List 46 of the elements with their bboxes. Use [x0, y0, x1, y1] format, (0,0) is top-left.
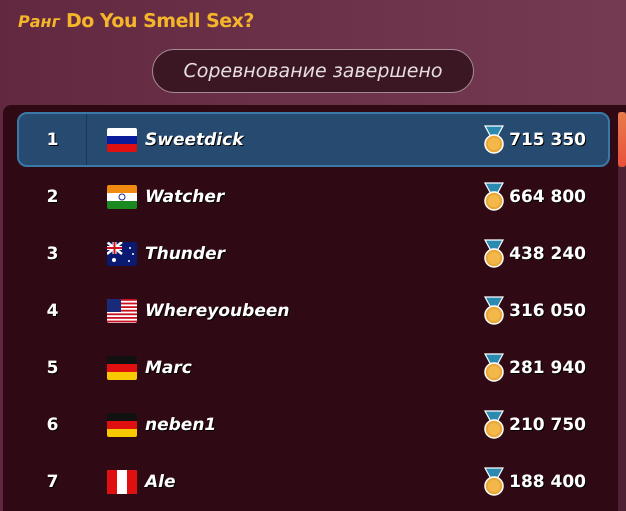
rank-number: 4	[46, 300, 58, 320]
leaderboard-row[interactable]: 7 Ale 188 400	[17, 454, 610, 509]
medal-icon	[483, 466, 506, 496]
player-name: Thunder	[145, 244, 227, 264]
leaderboard-row[interactable]: 3 Thunder 438 240	[17, 226, 610, 281]
player-score: 438 240	[509, 244, 586, 264]
leaderboard-row[interactable]: 6 neben1 210 750	[17, 397, 610, 452]
player-score: 281 940	[509, 358, 586, 378]
medal-icon	[483, 296, 506, 326]
medal-icon	[483, 182, 506, 212]
player-name: Watcher	[145, 186, 226, 206]
flag-icon	[107, 470, 137, 494]
player-name: Ale	[145, 472, 177, 492]
medal-icon	[483, 238, 506, 268]
leaderboard-row[interactable]: 4 Whereyoubeen 316 050	[17, 283, 610, 338]
status-button[interactable]: Соревнование завершено	[152, 48, 474, 93]
player-name: Sweetdick	[145, 130, 246, 150]
rank-number: 5	[46, 358, 58, 378]
rank-number: 3	[46, 244, 58, 264]
flag-icon	[107, 242, 137, 266]
player-name: Whereyoubeen	[145, 300, 290, 320]
rank-number: 2	[46, 186, 58, 206]
flag-icon	[107, 184, 137, 208]
leaderboard-row[interactable]: 1 Sweetdick 715 350	[17, 112, 610, 167]
scrollbar[interactable]	[618, 112, 626, 511]
flag-icon	[107, 412, 137, 436]
leaderboard-row[interactable]: 2 Watcher 664 800	[17, 169, 610, 224]
rank-number: 7	[46, 472, 58, 492]
rank-number: 6	[46, 414, 58, 434]
flag-icon	[107, 356, 137, 380]
competition-title: Do You Smell Sex?	[66, 10, 254, 32]
rank-number: 1	[46, 130, 58, 150]
rank-label: Ранг	[18, 12, 60, 31]
player-score: 715 350	[509, 130, 586, 150]
player-score: 210 750	[509, 414, 586, 434]
leaderboard-row[interactable]: 5 Marc 281 940	[17, 340, 610, 395]
player-score: 316 050	[509, 300, 586, 320]
player-name: neben1	[145, 414, 218, 434]
medal-icon	[483, 352, 506, 382]
player-name: Marc	[145, 358, 193, 378]
medal-icon	[483, 124, 506, 154]
flag-icon	[107, 128, 137, 152]
player-score: 664 800	[509, 186, 586, 206]
medal-icon	[483, 410, 506, 440]
player-score: 188 400	[509, 472, 586, 492]
flag-icon	[107, 298, 137, 322]
